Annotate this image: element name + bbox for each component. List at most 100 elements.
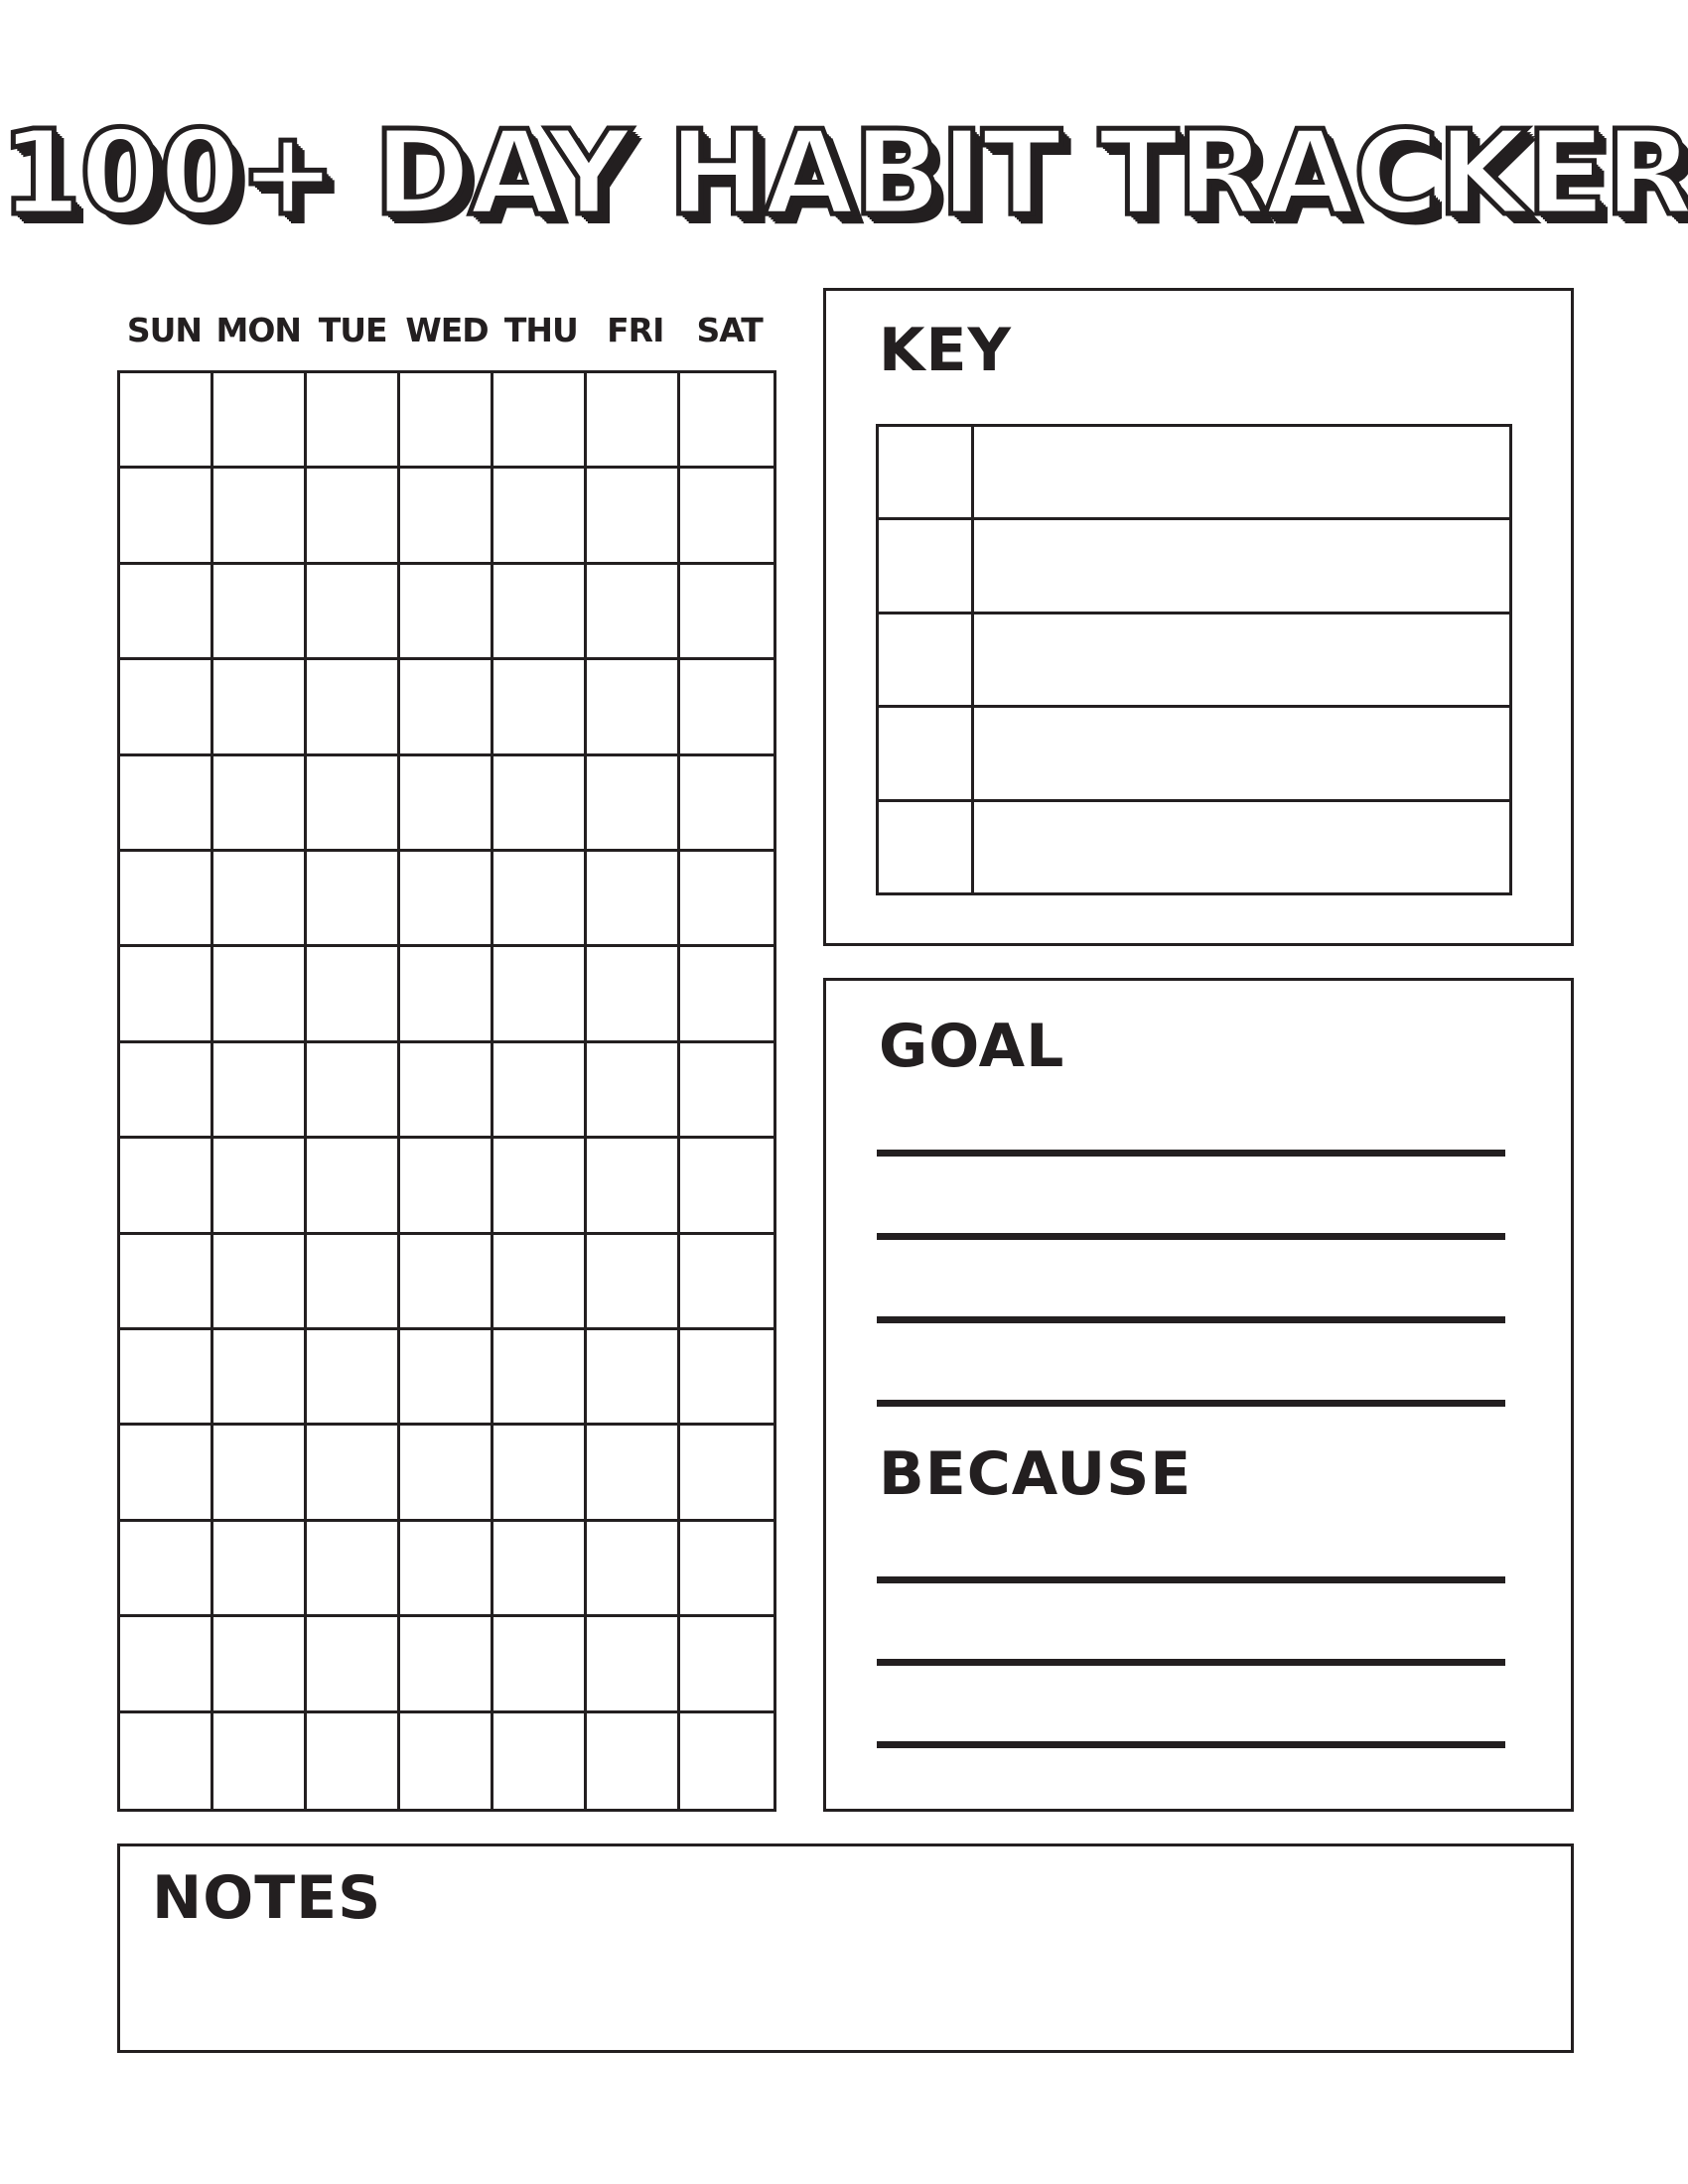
tracker-cell[interactable]	[400, 469, 493, 565]
tracker-cell[interactable]	[307, 660, 400, 756]
tracker-cell[interactable]	[400, 1330, 493, 1427]
tracker-cell[interactable]	[307, 1042, 400, 1140]
tracker-cell[interactable]	[680, 1330, 774, 1427]
tracker-cell[interactable]	[307, 1617, 400, 1713]
tracker-cell[interactable]	[587, 1234, 680, 1330]
tracker-cell[interactable]	[680, 1426, 774, 1522]
tracker-cell[interactable]	[493, 660, 587, 756]
tracker-cell[interactable]	[587, 1617, 680, 1713]
key-meaning-cell[interactable]	[974, 520, 1509, 611]
tracker-cell[interactable]	[493, 1042, 587, 1140]
tracker-cell[interactable]	[680, 1617, 774, 1713]
goal-writing-line[interactable]	[877, 1150, 1505, 1157]
tracker-cell[interactable]	[307, 1712, 400, 1809]
tracker-cell[interactable]	[680, 1522, 774, 1618]
tracker-cell[interactable]	[587, 660, 680, 756]
tracker-cell[interactable]	[587, 1426, 680, 1522]
tracker-cell[interactable]	[400, 373, 493, 470]
tracker-cell[interactable]	[307, 1426, 400, 1522]
tracker-cell[interactable]	[213, 1139, 307, 1235]
tracker-cell[interactable]	[307, 1521, 400, 1618]
tracker-cell[interactable]	[307, 755, 400, 852]
tracker-cell[interactable]	[587, 1042, 680, 1140]
tracker-cell[interactable]	[120, 1042, 213, 1140]
tracker-cell[interactable]	[493, 755, 587, 852]
tracker-cell[interactable]	[120, 1234, 213, 1330]
tracker-cell[interactable]	[587, 1139, 680, 1235]
tracker-cell[interactable]	[120, 852, 213, 948]
tracker-cell[interactable]	[493, 947, 587, 1043]
tracker-cell[interactable]	[120, 564, 213, 661]
tracker-cell[interactable]	[587, 373, 680, 470]
tracker-cell[interactable]	[400, 852, 493, 948]
tracker-cell[interactable]	[493, 852, 587, 948]
tracker-cell[interactable]	[307, 469, 400, 565]
tracker-cell[interactable]	[400, 1139, 493, 1235]
tracker-cell[interactable]	[680, 469, 774, 565]
tracker-cell[interactable]	[493, 1712, 587, 1809]
tracker-cell[interactable]	[400, 564, 493, 661]
tracker-cell[interactable]	[400, 1234, 493, 1330]
tracker-cell[interactable]	[213, 1712, 307, 1809]
tracker-cell[interactable]	[213, 660, 307, 756]
tracker-cell[interactable]	[680, 756, 774, 852]
tracker-cell[interactable]	[213, 852, 307, 948]
tracker-cell[interactable]	[587, 1330, 680, 1427]
tracker-cell[interactable]	[120, 1712, 213, 1809]
tracker-cell[interactable]	[120, 1330, 213, 1427]
key-symbol-cell[interactable]	[879, 614, 974, 706]
tracker-cell[interactable]	[120, 1139, 213, 1235]
key-symbol-cell[interactable]	[879, 427, 974, 518]
tracker-cell[interactable]	[493, 1426, 587, 1522]
tracker-cell[interactable]	[120, 660, 213, 756]
tracker-cell[interactable]	[400, 660, 493, 756]
tracker-cell[interactable]	[493, 564, 587, 661]
because-writing-line[interactable]	[877, 1576, 1505, 1583]
key-meaning-cell[interactable]	[974, 427, 1509, 517]
goal-writing-line[interactable]	[877, 1316, 1505, 1323]
tracker-cell[interactable]	[213, 947, 307, 1043]
tracker-cell[interactable]	[213, 373, 307, 470]
tracker-cell[interactable]	[307, 852, 400, 948]
because-writing-line[interactable]	[877, 1659, 1505, 1666]
tracker-cell[interactable]	[213, 1617, 307, 1713]
tracker-cell[interactable]	[680, 1043, 774, 1140]
tracker-cell[interactable]	[400, 1617, 493, 1713]
tracker-cell[interactable]	[307, 1139, 400, 1235]
tracker-cell[interactable]	[587, 1521, 680, 1618]
tracker-cell[interactable]	[680, 373, 774, 470]
tracker-cell[interactable]	[120, 1617, 213, 1713]
tracker-cell[interactable]	[493, 1139, 587, 1235]
tracker-cell[interactable]	[213, 755, 307, 852]
tracker-cell[interactable]	[213, 1521, 307, 1618]
tracker-cell[interactable]	[213, 1426, 307, 1522]
tracker-cell[interactable]	[213, 564, 307, 661]
tracker-cell[interactable]	[307, 1234, 400, 1330]
tracker-cell[interactable]	[307, 373, 400, 470]
tracker-cell[interactable]	[680, 1713, 774, 1809]
key-symbol-cell[interactable]	[879, 801, 974, 893]
tracker-cell[interactable]	[493, 1617, 587, 1713]
goal-writing-line[interactable]	[877, 1233, 1505, 1240]
tracker-cell[interactable]	[493, 373, 587, 470]
tracker-cell[interactable]	[120, 1426, 213, 1522]
tracker-cell[interactable]	[400, 1426, 493, 1522]
key-symbol-cell[interactable]	[879, 708, 974, 799]
tracker-cell[interactable]	[587, 469, 680, 565]
tracker-cell[interactable]	[680, 1235, 774, 1330]
tracker-cell[interactable]	[680, 660, 774, 756]
tracker-cell[interactable]	[120, 755, 213, 852]
tracker-cell[interactable]	[307, 564, 400, 661]
tracker-cell[interactable]	[120, 469, 213, 565]
tracker-cell[interactable]	[213, 1234, 307, 1330]
because-writing-line[interactable]	[877, 1741, 1505, 1748]
tracker-cell[interactable]	[400, 755, 493, 852]
tracker-cell[interactable]	[213, 1042, 307, 1140]
key-symbol-cell[interactable]	[879, 520, 974, 612]
goal-writing-line[interactable]	[877, 1400, 1505, 1407]
tracker-cell[interactable]	[400, 947, 493, 1043]
tracker-cell[interactable]	[120, 373, 213, 470]
tracker-cell[interactable]	[587, 852, 680, 948]
tracker-cell[interactable]	[493, 469, 587, 565]
key-meaning-cell[interactable]	[974, 708, 1509, 798]
